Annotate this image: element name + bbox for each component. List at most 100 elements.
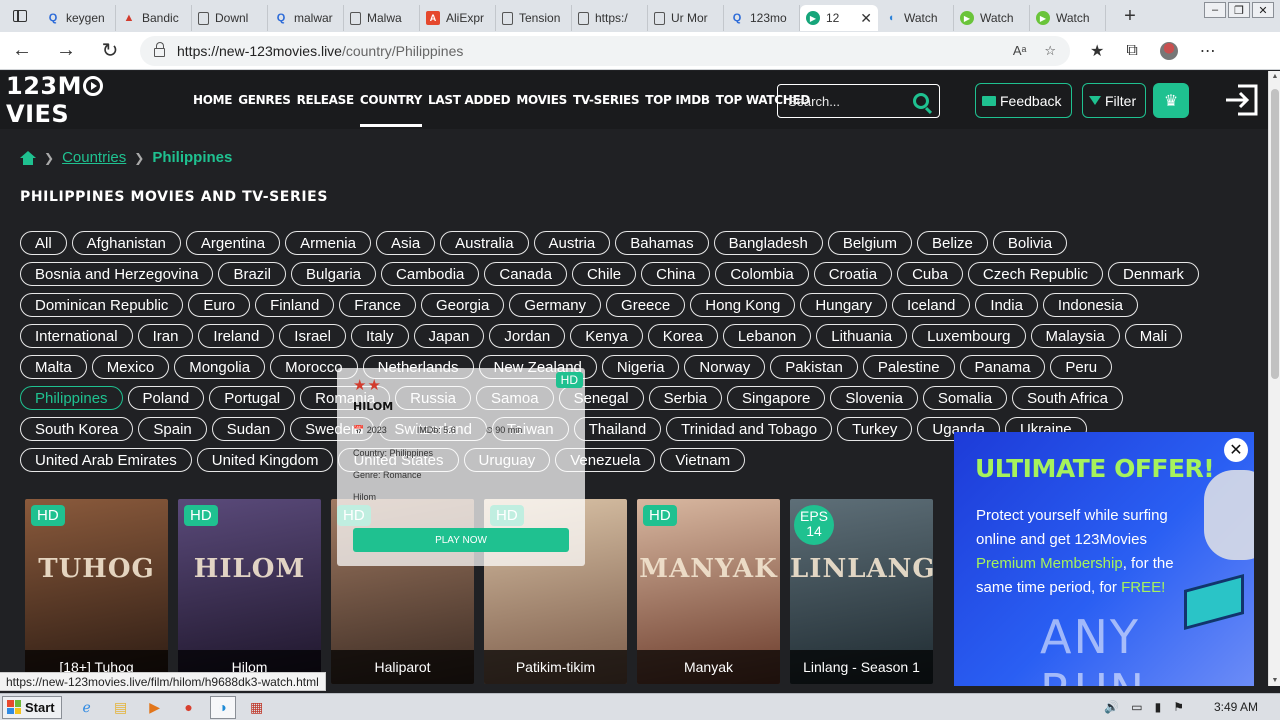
nav-home[interactable]: HOME [193,71,232,129]
country-chip-korea[interactable]: Korea [647,324,718,348]
country-chip-all[interactable]: All [20,231,67,255]
country-chip-india[interactable]: India [975,293,1038,317]
country-chip-united-arab-emirates[interactable]: United Arab Emirates [20,448,192,472]
browser-tab[interactable]: Downl [192,5,268,31]
country-chip-turkey[interactable]: Turkey [837,417,913,441]
country-chip-cuba[interactable]: Cuba [897,262,963,286]
country-chip-international[interactable]: International [20,324,133,348]
filter-button[interactable]: Filter [1082,83,1146,118]
nav-last-added[interactable]: LAST ADDED [428,71,511,129]
profile-avatar[interactable] [1159,41,1178,60]
country-chip-iceland[interactable]: Iceland [892,293,971,317]
country-chip-thailand[interactable]: Thailand [573,417,662,441]
add-favorite-icon[interactable]: ☆ [1044,43,1056,59]
country-chip-hong-kong[interactable]: Hong Kong [690,293,796,317]
country-chip-south-africa[interactable]: South Africa [1012,386,1124,410]
nav-movies[interactable]: MOVIES [516,71,567,129]
country-chip-bolivia[interactable]: Bolivia [992,231,1068,255]
country-chip-iran[interactable]: Iran [137,324,194,348]
search-input[interactable] [788,93,898,109]
home-icon[interactable] [20,150,36,165]
country-chip-belgium[interactable]: Belgium [827,231,913,255]
country-chip-cambodia[interactable]: Cambodia [381,262,480,286]
page-scrollbar[interactable]: ▲ ▼ [1268,71,1280,686]
app-grid-icon[interactable]: ▦ [244,696,270,719]
country-chip-belize[interactable]: Belize [917,231,988,255]
country-chip-portugal[interactable]: Portugal [209,386,296,410]
login-icon[interactable] [1224,83,1260,117]
country-chip-czech-republic[interactable]: Czech Republic [967,262,1103,286]
nav-country[interactable]: COUNTRY [359,71,422,129]
country-chip-spain[interactable]: Spain [138,417,207,441]
country-chip-poland[interactable]: Poland [127,386,205,410]
country-chip-sudan[interactable]: Sudan [211,417,286,441]
country-chip-somalia[interactable]: Somalia [922,386,1008,410]
country-chip-luxembourg[interactable]: Luxembourg [912,324,1026,348]
country-chip-palestine[interactable]: Palestine [862,355,955,379]
country-chip-mali[interactable]: Mali [1124,324,1183,348]
country-chip-brazil[interactable]: Brazil [218,262,286,286]
country-chip-euro[interactable]: Euro [188,293,251,317]
movie-poster[interactable]: HILOM HD Hilom [178,499,321,684]
country-chip-china[interactable]: China [641,262,711,286]
country-chip-mexico[interactable]: Mexico [91,355,170,379]
edge-icon[interactable]: ◑ [209,695,236,719]
country-chip-germany[interactable]: Germany [509,293,602,317]
country-chip-panama[interactable]: Panama [959,355,1046,379]
reload-button[interactable]: ↻ [88,32,132,70]
site-logo[interactable]: 123MVIES [6,72,166,128]
country-chip-mongolia[interactable]: Mongolia [174,355,266,379]
country-chip-slovenia[interactable]: Slovenia [830,386,918,410]
country-chip-lebanon[interactable]: Lebanon [722,324,812,348]
country-chip-france[interactable]: France [339,293,416,317]
folder-icon[interactable]: ▤ [108,696,134,719]
country-chip-jordan[interactable]: Jordan [489,324,566,348]
country-chip-finland[interactable]: Finland [255,293,335,317]
close-ad-button[interactable]: ✕ [1224,438,1248,462]
browser-tab[interactable]: ◖ Watch [878,5,954,31]
country-chip-nigeria[interactable]: Nigeria [601,355,680,379]
country-chip-united-kingdom[interactable]: United Kingdom [196,448,334,472]
restore-button[interactable]: ❐ [1228,2,1250,18]
country-chip-bangladesh[interactable]: Bangladesh [713,231,823,255]
chrome-icon[interactable]: ● [176,696,202,719]
url-field[interactable]: https://new-123movies.live/country/Phili… [140,35,1070,66]
scroll-up-arrow-icon[interactable]: ▲ [1269,73,1280,80]
start-button[interactable]: Start [2,695,62,719]
movie-poster[interactable]: LINLANG EPS 14 Linlang - Season 1 [790,499,933,684]
browser-tab[interactable]: ▶ 12 ✕ [800,5,878,31]
country-chip-dominican-republic[interactable]: Dominican Republic [20,293,184,317]
poster-caption[interactable]: Haliparot [331,650,474,684]
close-tab-icon[interactable]: ✕ [860,10,872,27]
more-menu-icon[interactable]: ⋯ [1200,41,1216,61]
tab-actions-menu[interactable] [0,0,40,32]
ad-popup[interactable]: ANY RUN ✕ ULTIMATE OFFER! Protect yourse… [954,432,1254,686]
country-chip-austria[interactable]: Austria [533,231,611,255]
feedback-button[interactable]: Feedback [975,83,1072,118]
country-chip-malta[interactable]: Malta [20,355,87,379]
nav-tv-series[interactable]: TV-SERIES [573,71,640,129]
play-now-button[interactable]: PLAY NOW [353,528,569,552]
country-chip-singapore[interactable]: Singapore [726,386,826,410]
country-chip-vietnam[interactable]: Vietnam [660,448,746,472]
browser-tab[interactable]: Ur Mor [648,5,724,31]
nav-top-imdb[interactable]: TOP IMDB [645,71,710,129]
scroll-thumb[interactable] [1271,89,1279,379]
premium-crown-icon[interactable]: ♛ [1153,83,1189,118]
country-chip-asia[interactable]: Asia [375,231,436,255]
browser-tab[interactable]: Malwa [344,5,420,31]
country-chip-hungary[interactable]: Hungary [800,293,888,317]
media-player-icon[interactable]: ▶ [142,696,168,719]
country-chip-philippines[interactable]: Philippines [20,386,123,410]
poster-caption[interactable]: Manyak [637,650,780,684]
browser-tab[interactable]: Q 123mo [724,5,800,31]
collections-icon[interactable]: ⧉ [1126,42,1137,60]
scroll-down-arrow-icon[interactable]: ▼ [1269,677,1280,684]
country-chip-south-korea[interactable]: South Korea [20,417,134,441]
country-chip-trinidad-and-tobago[interactable]: Trinidad and Tobago [666,417,833,441]
browser-tab[interactable]: ▶ Watch [1030,5,1106,31]
browser-tab[interactable]: https:/ [572,5,648,31]
new-tab-button[interactable]: + [1118,5,1142,28]
country-chip-israel[interactable]: Israel [279,324,346,348]
browser-tab[interactable]: A AliExpr [420,5,496,31]
